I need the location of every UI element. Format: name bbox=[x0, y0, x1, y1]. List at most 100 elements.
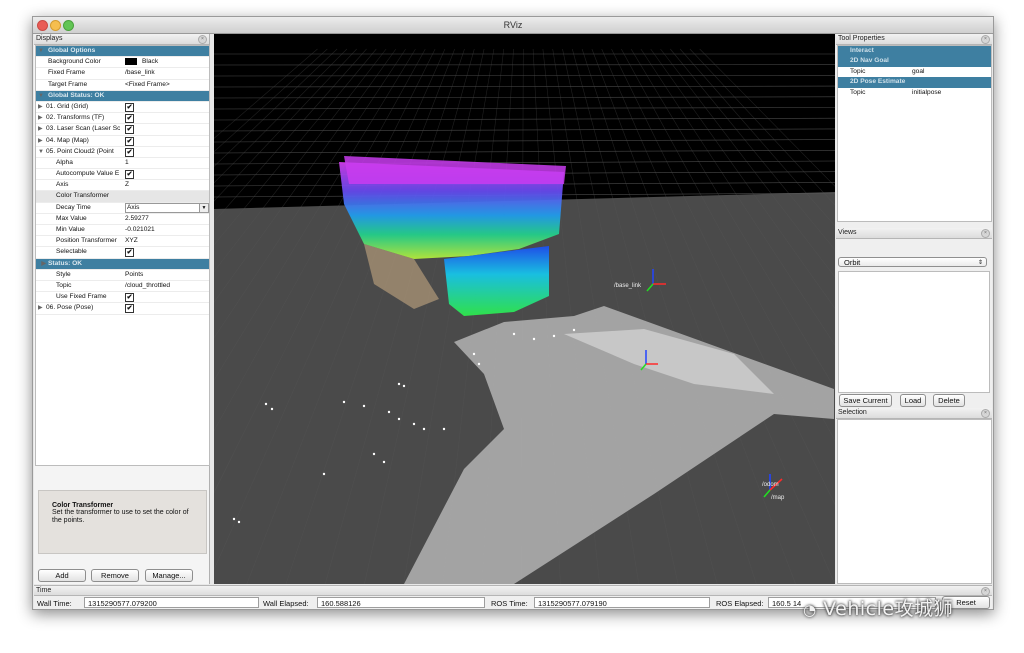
property-value[interactable]: <Fixed Frame> bbox=[125, 80, 207, 90]
display-tree-row[interactable]: Axis Z bbox=[36, 180, 209, 192]
display-tree-row[interactable]: ▶ Status: OK bbox=[36, 258, 209, 270]
property-value[interactable]: /cloud_throttled bbox=[125, 281, 207, 291]
wall-time-label: Wall Time: bbox=[37, 599, 72, 608]
color-swatch[interactable] bbox=[125, 58, 137, 66]
display-tree-row[interactable]: Autocompute Value E ✔ bbox=[36, 169, 209, 181]
save-view-button[interactable]: Save Current bbox=[839, 394, 892, 407]
tool-property-row[interactable]: Topic goal bbox=[838, 67, 991, 77]
display-tree-row[interactable]: Min Value -0.021021 bbox=[36, 225, 209, 237]
ros-elapsed-label: ROS Elapsed: bbox=[716, 599, 764, 608]
property-value[interactable]: 1 bbox=[125, 158, 207, 168]
display-enabled-checkbox[interactable]: ✔ bbox=[125, 125, 134, 135]
load-view-button[interactable]: Load bbox=[900, 394, 926, 407]
property-value[interactable]: goal bbox=[912, 67, 924, 77]
display-tree-row[interactable]: ▶ 03. Laser Scan (Laser Sc ✔ bbox=[36, 124, 209, 136]
property-value[interactable]: XYZ bbox=[125, 236, 207, 246]
tool-property-row[interactable]: 2D Nav Goal bbox=[838, 56, 991, 67]
expand-arrow-icon[interactable]: ▶ bbox=[38, 136, 43, 146]
display-tree-row[interactable]: ▼ Global Options bbox=[36, 46, 209, 58]
display-tree-row[interactable]: Max Value 2.59277 bbox=[36, 214, 209, 225]
display-tree-row[interactable]: Style Points bbox=[36, 270, 209, 281]
frame-label-odom: /odom bbox=[762, 482, 779, 488]
property-value[interactable]: /base_link bbox=[125, 68, 207, 78]
tool-property-row[interactable]: Interact bbox=[838, 46, 991, 57]
wall-elapsed-field[interactable]: 160.588126 bbox=[317, 597, 485, 608]
display-tree-row[interactable]: Topic/cloud_throttled bbox=[36, 281, 209, 293]
display-tree-row[interactable]: Decay Time Axis ▼ bbox=[36, 202, 209, 214]
tool-property-row[interactable]: Topic initialpose bbox=[838, 88, 991, 98]
property-value[interactable]: Black bbox=[142, 57, 209, 67]
display-name: 06. Pose (Pose) bbox=[46, 304, 94, 312]
selection-panel[interactable] bbox=[837, 419, 992, 584]
wall-elapsed-label: Wall Elapsed: bbox=[263, 599, 309, 608]
tool-properties-tree[interactable]: Interact 2D Nav Goal Topic goal 2D Pose Esti… bbox=[837, 45, 992, 222]
expand-arrow-icon[interactable]: ▼ bbox=[38, 91, 44, 101]
tool-section-label: Interact bbox=[850, 47, 874, 54]
property-value[interactable]: 2.59277 bbox=[125, 214, 207, 224]
dropdown-arrow-icon[interactable]: ▼ bbox=[199, 203, 208, 212]
property-value[interactable]: -0.021021 bbox=[125, 225, 207, 235]
expand-arrow-icon[interactable]: ▶ bbox=[38, 102, 43, 112]
property-value[interactable]: Points bbox=[125, 270, 207, 280]
display-tree-row[interactable]: ▶ 04. Map (Map) ✔ bbox=[36, 136, 209, 147]
close-panel-icon[interactable]: × bbox=[981, 229, 990, 238]
display-enabled-checkbox[interactable]: ✔ bbox=[125, 304, 134, 314]
property-checkbox[interactable]: ✔ bbox=[125, 170, 134, 180]
expand-arrow-icon[interactable]: ▶ bbox=[38, 259, 46, 269]
expand-arrow-icon[interactable]: ▼ bbox=[38, 147, 44, 157]
3d-viewport[interactable]: /base_link /odom /map bbox=[214, 34, 835, 584]
property-value[interactable]: Z bbox=[125, 180, 207, 190]
property-label: Min Value bbox=[56, 226, 85, 233]
close-window-icon[interactable] bbox=[37, 20, 48, 31]
property-value[interactable]: initialpose bbox=[912, 88, 941, 98]
expand-arrow-icon[interactable]: ▶ bbox=[38, 303, 43, 313]
selection-title: Selection bbox=[838, 409, 867, 416]
display-tree-row[interactable]: ▶ 06. Pose (Pose) ✔ bbox=[36, 303, 209, 315]
expand-arrow-icon[interactable]: ▶ bbox=[38, 113, 43, 123]
description-body: Set the transformer to use to set the co… bbox=[52, 509, 189, 524]
expand-arrow-icon[interactable]: ▶ bbox=[38, 124, 43, 134]
close-panel-icon[interactable]: × bbox=[981, 587, 990, 596]
tool-properties-header: Tool Properties × bbox=[836, 34, 992, 45]
views-list[interactable] bbox=[838, 271, 990, 393]
views-header: Views × bbox=[836, 228, 992, 239]
view-type-value: Orbit bbox=[844, 258, 861, 267]
add-display-button[interactable]: Add bbox=[38, 569, 86, 582]
display-tree-row[interactable]: Fixed Frame/base_link bbox=[36, 68, 209, 80]
remove-display-button[interactable]: Remove bbox=[91, 569, 139, 582]
display-tree-row[interactable]: Selectable ✔ bbox=[36, 247, 209, 259]
display-tree-row[interactable]: Color Transformer bbox=[36, 191, 209, 203]
display-tree-row[interactable]: Target Frame <Fixed Frame> bbox=[36, 80, 209, 91]
display-enabled-checkbox[interactable]: ✔ bbox=[125, 147, 134, 157]
ros-time-label: ROS Time: bbox=[491, 599, 528, 608]
close-panel-icon[interactable]: × bbox=[981, 35, 990, 44]
property-checkbox[interactable]: ✔ bbox=[125, 293, 134, 303]
display-tree-row[interactable]: ▼ 05. Point Cloud2 (Point ✔ bbox=[36, 147, 209, 158]
expand-arrow-icon[interactable]: ▼ bbox=[38, 46, 44, 56]
close-panel-icon[interactable]: × bbox=[198, 35, 207, 44]
property-checkbox[interactable]: ✔ bbox=[125, 248, 134, 258]
property-combo[interactable]: Axis ▼ bbox=[125, 202, 209, 213]
display-enabled-checkbox[interactable]: ✔ bbox=[125, 102, 134, 112]
maximize-window-icon[interactable] bbox=[63, 20, 74, 31]
display-tree-row[interactable]: Position Transformer XYZ bbox=[36, 236, 209, 248]
property-label: Selectable bbox=[56, 248, 87, 256]
display-enabled-checkbox[interactable]: ✔ bbox=[125, 114, 134, 124]
wall-time-field[interactable]: 1315290577.079200 bbox=[84, 597, 259, 608]
display-tree-row[interactable]: ▼ Global Status: OK bbox=[36, 90, 209, 102]
close-panel-icon[interactable]: × bbox=[981, 409, 990, 418]
display-tree-row[interactable]: ▶ 02. Transforms (TF) ✔ bbox=[36, 113, 209, 125]
display-enabled-checkbox[interactable]: ✔ bbox=[125, 136, 134, 146]
display-tree-row[interactable]: ▶ 01. Grid (Grid) ✔ bbox=[36, 102, 209, 114]
view-type-select[interactable]: Orbit ⇕ bbox=[838, 257, 987, 267]
minimize-window-icon[interactable] bbox=[50, 20, 61, 31]
display-tree-row[interactable]: Alpha 1 bbox=[36, 158, 209, 170]
delete-view-button[interactable]: Delete bbox=[933, 394, 965, 407]
ros-time-field[interactable]: 1315290577.079190 bbox=[534, 597, 710, 608]
displays-tree[interactable]: ▼ Global Options Background Color Black Fixe… bbox=[35, 45, 210, 466]
display-tree-row[interactable]: Background Color Black bbox=[36, 57, 209, 69]
display-tree-row[interactable]: Use Fixed Frame ✔ bbox=[36, 292, 209, 304]
tool-property-row[interactable]: 2D Pose Estimate bbox=[838, 77, 991, 88]
manage-displays-button[interactable]: Manage... bbox=[145, 569, 193, 582]
property-label: Background Color bbox=[48, 58, 101, 66]
